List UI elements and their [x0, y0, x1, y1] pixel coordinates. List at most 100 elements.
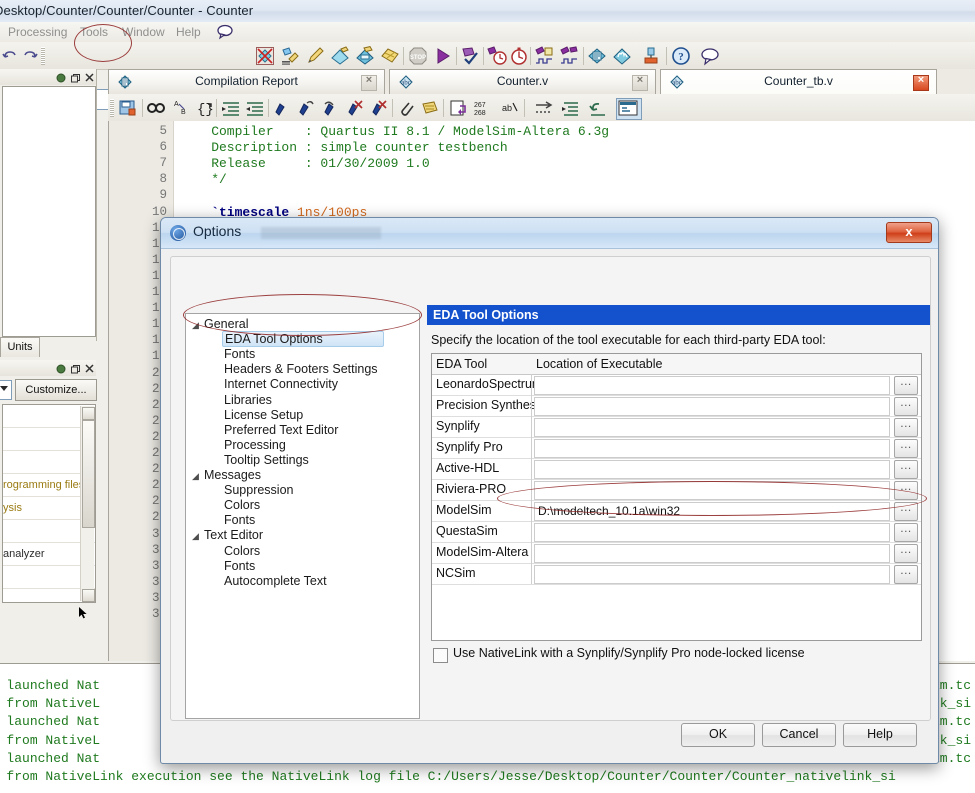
location-input[interactable] — [534, 439, 890, 458]
tab-counter-v[interactable]: abc Counter.v × — [389, 69, 656, 95]
browse-button[interactable]: ... — [894, 395, 918, 416]
tree-item-tooltip-settings[interactable]: Tooltip Settings — [224, 453, 309, 467]
compile-icon[interactable] — [280, 46, 300, 66]
task-list-scrollbar[interactable] — [80, 406, 95, 602]
table-row[interactable]: ModelSim D:\modeltech_10.1a\win32... — [432, 500, 921, 522]
table-row[interactable]: QuestaSim... — [432, 521, 921, 543]
browse-button[interactable]: ... — [894, 500, 918, 521]
browse-button[interactable]: ... — [894, 374, 918, 395]
line-numbers-icon[interactable]: 267 268 — [472, 98, 492, 118]
location-input[interactable] — [534, 565, 890, 584]
nativelink-checkbox[interactable] — [433, 648, 448, 663]
location-input[interactable] — [534, 418, 890, 437]
stop-compilation-icon[interactable] — [255, 46, 275, 66]
uncomment-icon[interactable] — [297, 98, 317, 118]
tree-item-headers-footers-settings[interactable]: Headers & Footers Settings — [224, 362, 378, 376]
tree-item-fonts[interactable]: Fonts — [224, 513, 255, 527]
menu-item-window[interactable]: Window — [122, 25, 165, 39]
tab-units[interactable]: Units — [0, 337, 40, 357]
toolbar-grip[interactable] — [41, 47, 45, 65]
location-input[interactable] — [534, 523, 890, 542]
check-icon[interactable] — [460, 46, 480, 66]
timing-analyzer-icon[interactable] — [487, 46, 507, 66]
tree-expand-arrow-icon[interactable]: ◢ — [192, 531, 199, 542]
tree-item-colors[interactable]: Colors — [224, 498, 260, 512]
undo-icon[interactable] — [2, 48, 18, 69]
rtl-viewer-icon[interactable] — [587, 46, 607, 66]
task-list[interactable]: rogramming files ysis analyzer — [2, 404, 96, 603]
timing-icon[interactable] — [509, 46, 529, 66]
edit-pencil-icon[interactable] — [305, 46, 325, 66]
clear-all-bookmarks-icon[interactable] — [369, 98, 389, 118]
tree-item-processing[interactable]: Processing — [224, 438, 286, 452]
table-row[interactable]: LeonardoSpectrum... — [432, 374, 921, 396]
browse-button[interactable]: ... — [894, 458, 918, 479]
location-input[interactable] — [534, 397, 890, 416]
waveform2-icon[interactable] — [559, 46, 579, 66]
attach-icon[interactable] — [396, 98, 416, 118]
tab-close-button[interactable]: × — [632, 74, 648, 91]
tree-item-text-editor[interactable]: Text Editor — [204, 528, 263, 542]
table-row[interactable]: Precision Synthesis... — [432, 395, 921, 417]
waveform-icon[interactable] — [534, 46, 554, 66]
toggle-outline-icon[interactable] — [616, 98, 642, 120]
browse-button[interactable]: ... — [894, 437, 918, 458]
fitter-icon[interactable] — [355, 46, 375, 66]
message-icon[interactable] — [700, 46, 720, 66]
tab-close-button[interactable]: × — [361, 74, 377, 91]
undo-block-icon[interactable] — [588, 98, 608, 118]
tab-counter-tb-v[interactable]: abc Counter_tb.v × — [660, 69, 937, 95]
decrease-indent-icon[interactable] — [245, 98, 265, 118]
replace-icon[interactable]: AB — [170, 98, 190, 118]
category-tree[interactable]: ◢ General EDA Tool Options Fonts Headers & F… — [185, 313, 420, 719]
location-input[interactable]: D:\modeltech_10.1a\win32 — [534, 502, 890, 521]
analysis-synthesis-icon[interactable] — [330, 46, 350, 66]
tree-item-colors[interactable]: Colors — [224, 544, 260, 558]
stop-icon[interactable]: STOP — [408, 46, 428, 66]
scroll-thumb[interactable] — [82, 420, 95, 528]
browse-button[interactable]: ... — [894, 479, 918, 500]
insert-template-icon[interactable] — [534, 98, 554, 118]
toolbar-grip[interactable] — [110, 99, 114, 117]
tree-item-fonts[interactable]: Fonts — [224, 347, 255, 361]
tree-item-suppression[interactable]: Suppression — [224, 483, 294, 497]
browse-button[interactable]: ... — [894, 521, 918, 542]
template-icon[interactable] — [420, 98, 440, 118]
comment-icon[interactable] — [273, 98, 293, 118]
table-row[interactable]: ModelSim-Altera... — [432, 542, 921, 564]
chevron-down-icon[interactable] — [0, 386, 8, 391]
tree-item-messages[interactable]: Messages — [204, 468, 261, 482]
task-flow-combo[interactable] — [0, 380, 12, 400]
customize-button[interactable]: Customize... — [15, 379, 97, 401]
undo-edit-icon[interactable] — [321, 98, 341, 118]
tree-item-fonts[interactable]: Fonts — [224, 559, 255, 573]
tree-item-general[interactable]: General — [204, 317, 248, 331]
menu-item-help[interactable]: Help — [176, 25, 201, 39]
dialog-close-button[interactable]: x — [886, 222, 932, 243]
scroll-up-arrow[interactable] — [82, 407, 95, 420]
help-button[interactable]: Help — [843, 723, 917, 747]
browse-button[interactable]: ... — [894, 563, 918, 584]
ok-button[interactable]: OK — [681, 723, 755, 747]
eda-tool-table[interactable]: EDA Tool Location of Executable Leonardo… — [431, 353, 922, 641]
tree-item-license-setup[interactable]: License Setup — [224, 408, 303, 422]
start-compilation-icon[interactable] — [433, 46, 453, 66]
menu-item-tools[interactable]: Tools — [80, 25, 108, 39]
tab-close-button[interactable]: × — [913, 74, 929, 91]
chip-planner-icon[interactable] — [612, 46, 632, 66]
browse-button[interactable]: ... — [894, 416, 918, 437]
table-row[interactable]: Synplify... — [432, 416, 921, 438]
tree-item-internet-connectivity[interactable]: Internet Connectivity — [224, 377, 338, 391]
table-row[interactable]: Synplify Pro... — [432, 437, 921, 459]
table-row[interactable]: Riviera-PRO... — [432, 479, 921, 501]
tree-item-autocomplete-text[interactable]: Autocomplete Text — [224, 574, 327, 588]
find-icon[interactable] — [146, 98, 166, 118]
goto-line-icon[interactable] — [448, 98, 468, 118]
tree-expand-arrow-icon[interactable]: ◢ — [192, 471, 199, 482]
word-wrap-icon[interactable]: ab — [500, 98, 520, 118]
clear-bookmarks-icon[interactable] — [345, 98, 365, 118]
location-input[interactable] — [534, 376, 890, 395]
brace-match-icon[interactable]: {} — [194, 98, 214, 118]
indent-block-icon[interactable] — [561, 98, 581, 118]
assembler-icon[interactable] — [380, 46, 400, 66]
